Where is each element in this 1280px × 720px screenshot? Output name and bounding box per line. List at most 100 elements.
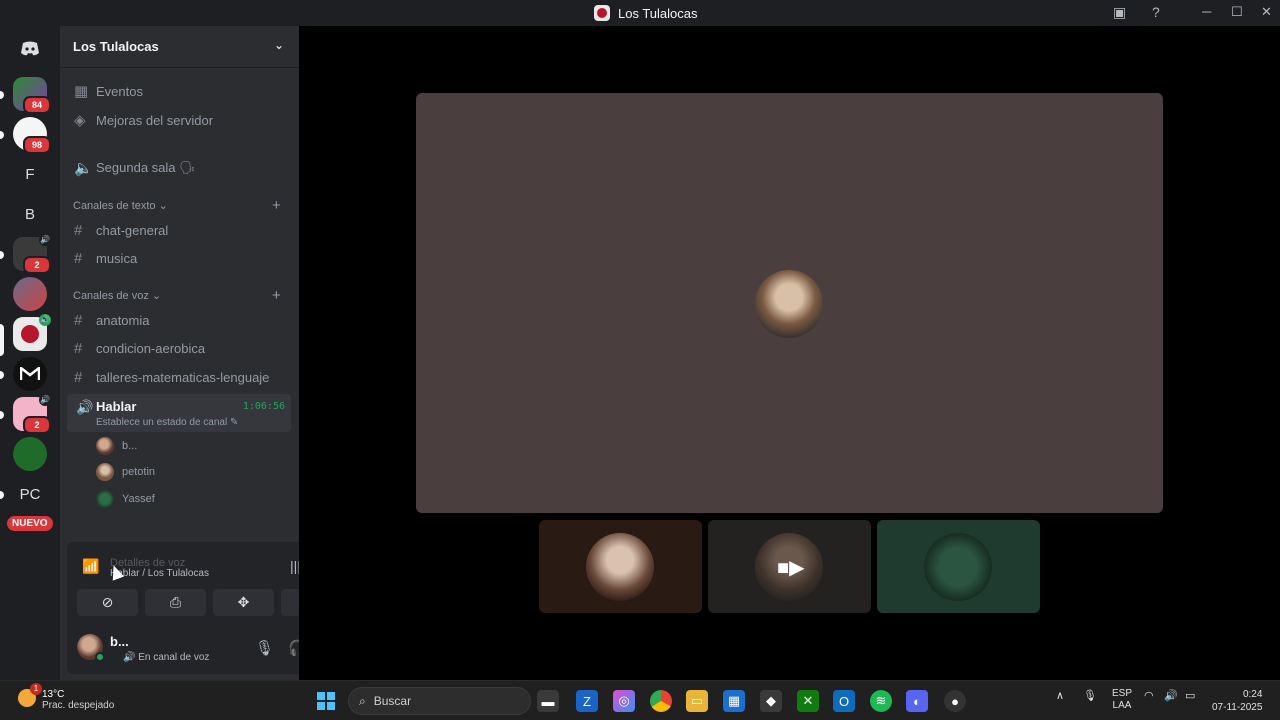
hash-icon: # [74, 368, 83, 386]
server-icon-pc[interactable]: PC [13, 477, 47, 511]
volume-icon[interactable]: 🔊 [1164, 689, 1178, 702]
copilot-icon[interactable]: ◎ [613, 690, 635, 712]
server-icon-b[interactable]: B [13, 197, 47, 231]
minimize-icon[interactable]: ─ [1202, 4, 1211, 19]
camera-off-icon: ⊘ [101, 594, 114, 610]
channel-talleres-matematicas-lenguaje[interactable]: # talleres-matematicas-lenguaje [68, 364, 290, 390]
channel-label: talleres-matematicas-lenguaje [96, 369, 270, 385]
voice-member[interactable]: petotin [96, 462, 155, 482]
selected-pill [0, 324, 4, 356]
inbox-icon[interactable]: ▣ [1113, 4, 1126, 21]
server-icon-los-tulalocas[interactable]: 🔊 [13, 314, 51, 351]
clock-date: 07-11-2025 [1212, 702, 1263, 713]
participant-tile-self[interactable]: ■▶ [708, 520, 871, 613]
text-channel-musica[interactable]: # musica [68, 245, 290, 271]
server-header[interactable]: Los Tulalocas ⌄ [60, 26, 299, 68]
server-icon-1[interactable]: 84 [13, 77, 51, 114]
lang-top: ESP [1112, 688, 1133, 699]
pencil-icon: ✎ [230, 417, 239, 428]
user-status: 🔊 En canal de voz [123, 652, 209, 663]
voice-channel-hablar[interactable]: 🔊 Hablar 1:06:56 Establece un estado de … [67, 394, 291, 432]
camera-toggle-button[interactable]: ⊘ [77, 589, 138, 616]
voice-member[interactable]: b... [96, 436, 137, 456]
focused-participant-tile[interactable] [416, 93, 1163, 513]
channel-anatomia[interactable]: # anatomia [68, 307, 290, 333]
microphone-icon[interactable]: 🎙 [255, 639, 274, 657]
hash-icon: # [74, 249, 83, 267]
search-placeholder: Buscar [373, 694, 412, 708]
channel-sidebar: Los Tulalocas ⌄ ▦ Eventos ◈ Mejoras del … [60, 26, 352, 680]
discord-taskbar-icon[interactable]: ◐ [906, 690, 928, 712]
boost-label: Mejoras del servidor [96, 112, 214, 128]
channel-label: anatomia [96, 312, 150, 328]
unread-pill [0, 131, 4, 139]
xbox-icon[interactable]: ✕ [797, 690, 819, 712]
participant-avatar [924, 533, 992, 601]
weather-icon: 1 [18, 683, 42, 707]
events-item[interactable]: ▦ Eventos [68, 78, 290, 104]
channel-condicion-aerobica[interactable]: # condicion-aerobica [68, 335, 290, 361]
chevron-down-icon: ⌄ [273, 38, 284, 52]
voice-channel-segunda-sala[interactable]: 🔈 Segunda sala 🗣 [68, 155, 290, 181]
boost-item[interactable]: ◈ Mejoras del servidor [68, 107, 290, 133]
unread-pill [0, 371, 4, 379]
window-title-text: Los Tulalocas [618, 5, 698, 21]
speaker-icon: 🔊 [39, 314, 51, 326]
windows-start-icon[interactable] [315, 690, 337, 712]
participant-tile[interactable] [877, 520, 1040, 613]
obs-icon[interactable]: ● [944, 690, 966, 712]
input-language[interactable]: ESP LAA [1112, 688, 1132, 712]
weather-temp: 13°C [42, 689, 65, 700]
weather-widget[interactable]: 1 13°C Prac. despejado [18, 683, 114, 711]
server-icon-2[interactable]: 98 [13, 117, 51, 154]
calendar-icon: ▦ [74, 83, 89, 100]
activities-button[interactable]: ✥ [213, 589, 274, 616]
system-clock[interactable]: 0:24 07-11-2025 [1212, 688, 1262, 714]
username[interactable]: b... [110, 634, 129, 649]
participant-avatar [755, 270, 823, 338]
member-name: Yassef [122, 493, 155, 505]
unity-hub-icon[interactable]: ◆ [760, 690, 782, 712]
server-logo-icon [21, 325, 39, 343]
outlook-icon[interactable]: O [833, 690, 855, 712]
wifi-icon[interactable]: ◠ [1144, 689, 1154, 702]
tray-overflow-icon[interactable]: ∧ [1056, 689, 1064, 702]
screen-share-button[interactable]: ⎙ [145, 589, 206, 616]
voice-member[interactable]: Yassef [96, 489, 155, 509]
server-icon-m[interactable] [13, 357, 47, 391]
task-view-icon[interactable]: ▬ [537, 690, 559, 712]
server-icon-anime[interactable] [13, 277, 47, 311]
mention-badge: 84 [23, 96, 51, 114]
maximize-icon[interactable]: ☐ [1231, 4, 1243, 20]
server-icon-f[interactable]: F [13, 157, 47, 191]
spotify-icon[interactable]: ≋ [870, 690, 892, 712]
microphone-tray-icon[interactable]: 🎙 [1083, 689, 1097, 702]
mention-badge: 2 [23, 256, 51, 274]
channel-label: Segunda sala 🗣 [96, 160, 196, 175]
participant-tile[interactable] [539, 520, 702, 613]
battery-icon[interactable]: ▭ [1185, 689, 1195, 702]
close-icon[interactable]: ✕ [1261, 4, 1272, 20]
lang-bottom: LAA [1112, 700, 1132, 711]
online-status-icon [95, 652, 105, 662]
category-text-channels[interactable]: Canales de texto ⌄ [73, 199, 168, 212]
taskbar-search[interactable]: ⌕ Buscar [348, 687, 531, 715]
chrome-icon[interactable] [650, 690, 672, 712]
server-icon-green[interactable] [13, 437, 47, 471]
server-icon-pink[interactable]: 🔊 2 [13, 394, 51, 434]
microsoft-store-icon[interactable]: ▦ [723, 690, 745, 712]
server-icon-gta[interactable]: 🔊 2 [13, 234, 51, 274]
text-channel-chat-general[interactable]: # chat-general [68, 217, 290, 243]
category-voice-channels[interactable]: Canales de voz ⌄ [73, 289, 161, 302]
help-icon[interactable]: ? [1152, 4, 1160, 20]
add-channel-icon[interactable]: + [272, 287, 281, 304]
discord-home-icon[interactable] [13, 32, 47, 66]
voice-location[interactable]: Hablar / Los Tulalocas [110, 568, 209, 579]
server-rail: 84 98 F B 🔊 2 🔊 🔊 2 PC NUEVO [0, 26, 60, 680]
set-channel-status[interactable]: Establece un estado de canal ✎ [96, 417, 238, 428]
add-channel-icon[interactable]: + [272, 197, 281, 214]
window-title: Los Tulalocas [594, 5, 698, 21]
channel-label: Hablar [96, 399, 137, 414]
file-explorer-icon[interactable]: ▭ [686, 690, 708, 712]
whiteboard-app-icon[interactable]: Z [576, 690, 598, 712]
